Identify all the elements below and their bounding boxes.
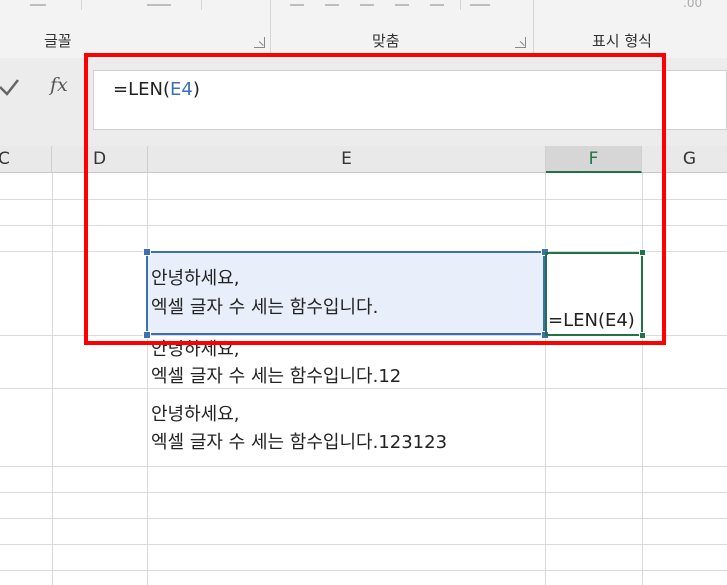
ribbon-icon-fragment xyxy=(470,4,490,6)
cell-e6-line2: 엑셀 글자 수 세는 함수입니다.123123 xyxy=(151,432,448,453)
font-dialog-launcher-icon[interactable] xyxy=(254,37,265,48)
ribbon-icon-fragment xyxy=(325,4,339,6)
ribbon-icon-fragment xyxy=(395,4,409,6)
ribbon-icon-fragment xyxy=(30,4,46,6)
cell-e5-line2: 엑셀 글자 수 세는 함수입니다.12 xyxy=(151,366,402,387)
enter-check-icon[interactable] xyxy=(0,76,22,98)
insert-function-icon[interactable]: fx xyxy=(50,74,68,96)
group-label-alignment: 맞춤 xyxy=(372,32,400,50)
ribbon-icon-fragment xyxy=(360,4,374,6)
ribbon-icon-fragment xyxy=(430,4,444,6)
group-label-font: 글꼴 xyxy=(44,32,72,50)
alignment-dialog-launcher-icon[interactable] xyxy=(515,37,526,48)
column-header-c[interactable]: C xyxy=(0,146,52,172)
ribbon-icon-fragment xyxy=(290,4,304,6)
decimal-icon[interactable]: .00 xyxy=(683,0,702,10)
ribbon-icon-fragment xyxy=(147,4,171,6)
ribbon: .00 글꼴 맞춤 표시 형식 xyxy=(0,0,727,59)
cell-e6-line1: 안녕하세요, xyxy=(151,404,240,425)
annotation-highlight-box xyxy=(84,53,666,345)
group-label-number-format: 표시 형식 xyxy=(592,32,652,50)
